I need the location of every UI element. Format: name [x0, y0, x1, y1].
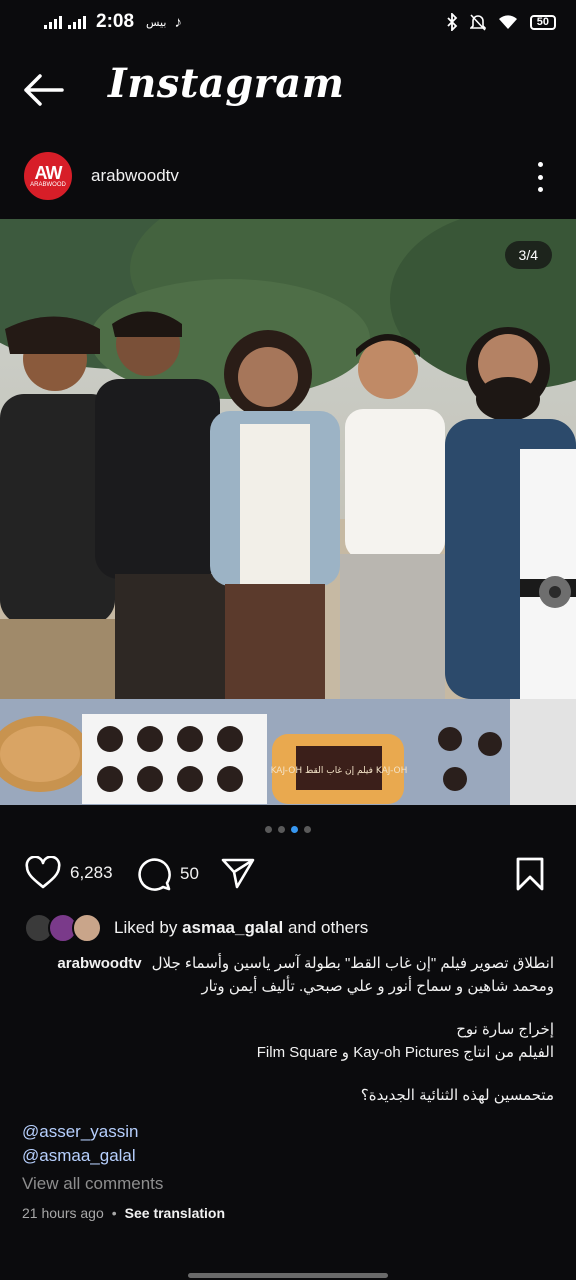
- heart-icon: [25, 856, 61, 889]
- caption-line: إخراج سارة نوح: [456, 1021, 554, 1038]
- liked-avatars: [24, 912, 104, 944]
- mention-link[interactable]: @asser_yassin: [22, 1122, 138, 1142]
- bookmark-icon: [516, 857, 544, 891]
- action-bar: 6,283 50: [0, 852, 576, 896]
- like-button[interactable]: 6,283: [24, 856, 113, 890]
- comment-bubble-icon: [138, 858, 171, 891]
- carousel-dot: [265, 826, 272, 833]
- caption-line: ومحمد شاهين و سماح أنور و علي صبحي. تألي…: [201, 978, 554, 995]
- carousel-dot: [304, 826, 311, 833]
- view-all-comments-link[interactable]: View all comments: [22, 1174, 163, 1194]
- caption-text: انطلاق تصوير فيلم "إن غاب القط" بطولة آس…: [151, 955, 554, 972]
- comment-button[interactable]: 50: [136, 856, 199, 892]
- app-title: Instagram: [108, 60, 345, 107]
- avatar-logo-subtext: ARABWOOD: [30, 182, 66, 188]
- status-bar: 2:08 بيس ♪ 50: [0, 0, 576, 44]
- post-header: AW ARABWOOD arabwoodtv: [0, 148, 576, 204]
- signal-icon: [68, 15, 86, 29]
- liked-by-prefix: Liked by: [114, 918, 178, 937]
- caption-username[interactable]: arabwoodtv: [57, 952, 141, 975]
- more-options-icon[interactable]: [528, 162, 552, 192]
- caption-line: الفيلم من انتاج Kay-oh Pictures و Film S…: [256, 1044, 554, 1061]
- share-button[interactable]: [220, 856, 256, 890]
- separator: •: [111, 1205, 117, 1221]
- signal-icon: [44, 15, 62, 29]
- mention-link[interactable]: @asmaa_galal: [22, 1146, 136, 1166]
- caption-line: متحمسين لهذه الثنائية الجديدة؟: [360, 1087, 554, 1104]
- avatar: [72, 913, 102, 943]
- see-translation-link[interactable]: See translation: [125, 1205, 225, 1221]
- post-meta: 21 hours ago • See translation: [22, 1205, 225, 1221]
- send-icon: [221, 858, 255, 889]
- comment-count[interactable]: 50: [180, 864, 199, 884]
- image-counter: 3/4: [504, 241, 552, 269]
- post-username[interactable]: arabwoodtv: [91, 166, 179, 186]
- carousel-dot-active: [291, 826, 298, 833]
- home-indicator[interactable]: [188, 1273, 388, 1278]
- cake: KAJ-OH فيلم إن غاب القط KAJ-OH: [271, 734, 408, 804]
- post-image[interactable]: KAJ-OH فيلم إن غاب القط KAJ-OH 3/4: [0, 219, 576, 805]
- cake-text: KAJ-OH فيلم إن غاب القط KAJ-OH: [271, 766, 408, 776]
- tiktok-icon: ♪: [174, 13, 182, 31]
- carrier-label: بيس: [146, 16, 167, 29]
- avatar[interactable]: AW ARABWOOD: [24, 152, 72, 200]
- post-caption: arabwoodtv انطلاق تصوير فيلم "إن غاب الق…: [22, 952, 554, 1107]
- carousel-indicator: [0, 826, 576, 833]
- wifi-icon: [498, 15, 517, 29]
- app-header: Instagram: [0, 44, 576, 136]
- mute-icon: [469, 14, 486, 31]
- bluetooth-icon: [447, 13, 458, 31]
- battery-indicator: 50: [529, 14, 556, 30]
- liked-by-user[interactable]: asmaa_galal: [182, 918, 283, 937]
- caption-line: arabwoodtv انطلاق تصوير فيلم "إن غاب الق…: [22, 952, 554, 975]
- back-arrow-icon[interactable]: [22, 72, 64, 108]
- carousel-dot: [278, 826, 285, 833]
- photo-illustration: KAJ-OH فيلم إن غاب القط KAJ-OH: [0, 219, 576, 805]
- avatar-logo-text: AW: [34, 163, 63, 183]
- liked-by-suffix: and others: [287, 918, 369, 937]
- liked-by[interactable]: Liked by asmaa_galal and others: [24, 912, 368, 944]
- save-button[interactable]: [514, 856, 546, 892]
- liked-by-text[interactable]: Liked by asmaa_galal and others: [114, 918, 368, 938]
- like-count[interactable]: 6,283: [70, 863, 113, 883]
- clock: 2:08: [96, 11, 135, 32]
- post-timestamp: 21 hours ago: [22, 1205, 104, 1221]
